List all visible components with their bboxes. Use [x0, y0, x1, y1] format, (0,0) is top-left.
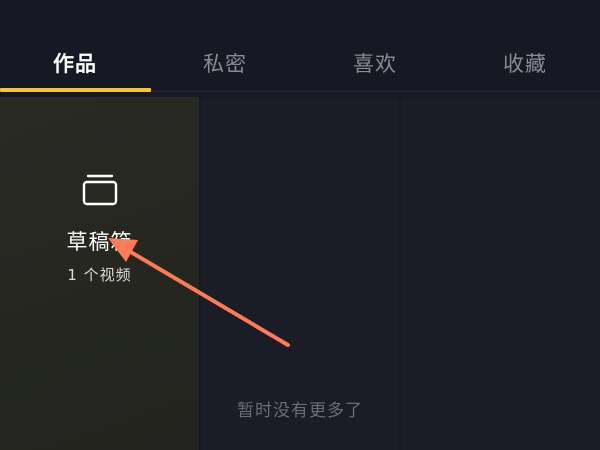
drafts-title: 草稿箱 — [66, 230, 133, 254]
profile-tab-bar: 作品 私密 喜欢 收藏 — [0, 0, 600, 92]
drafts-box-icon — [82, 174, 118, 206]
tab-works[interactable]: 作品 — [53, 48, 97, 78]
tab-private[interactable]: 私密 — [203, 48, 247, 78]
tab-likes[interactable]: 喜欢 — [353, 48, 397, 78]
drafts-video-count: 1 个视频 — [67, 266, 132, 284]
active-tab-indicator — [0, 88, 151, 92]
no-more-content-text: 暂时没有更多了 — [237, 401, 363, 421]
tab-favorites[interactable]: 收藏 — [503, 48, 547, 78]
